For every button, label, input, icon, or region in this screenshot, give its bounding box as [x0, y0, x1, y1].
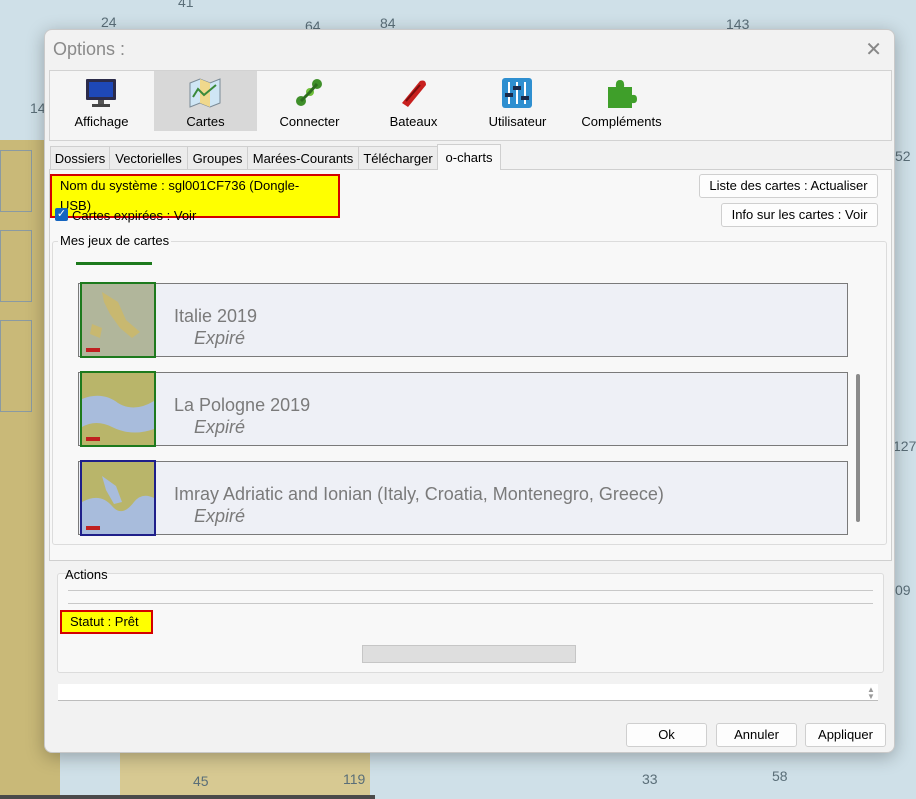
depth-label: 24	[101, 14, 117, 30]
tab-groupes[interactable]: Groupes	[187, 146, 248, 170]
toolbar-affichage[interactable]: Affichage	[50, 71, 153, 131]
ok-button[interactable]: Ok	[626, 723, 707, 747]
apply-button[interactable]: Appliquer	[805, 723, 886, 747]
chartset-status: Expiré	[194, 328, 246, 348]
connect-icon	[296, 79, 322, 106]
chartsets-scrollbar-thumb[interactable]	[856, 374, 860, 522]
progress-bar	[362, 645, 576, 663]
depth-label: 41	[178, 0, 194, 10]
puzzle-icon	[608, 80, 637, 108]
status-label: Statut : Prêt	[60, 610, 153, 634]
toolbar-cartes[interactable]: Cartes	[154, 71, 257, 131]
expired-charts-label: Cartes expirées : Voir	[72, 208, 197, 223]
tab-telecharger[interactable]: Télécharger	[358, 146, 438, 170]
toolbar-connecter[interactable]: Connecter	[258, 71, 361, 131]
toolbar-label: Utilisateur	[488, 114, 547, 129]
chartset-card[interactable]: La Pologne 2019 Expiré	[78, 371, 848, 447]
sliders-icon	[502, 78, 532, 108]
toolbar-label: Bateaux	[389, 114, 438, 129]
chartset-name: Italie 2019	[174, 306, 258, 326]
depth-label: 33	[642, 771, 658, 787]
map-icon	[189, 78, 221, 108]
chartset-thumbnail-partial	[76, 262, 152, 265]
chartset-status: Expiré	[194, 506, 246, 526]
chartset-card[interactable]: Italie 2019 Expiré	[78, 282, 848, 358]
toolbar-label: Compléments	[581, 114, 662, 129]
tab-vectorielles[interactable]: Vectorielles	[109, 146, 188, 170]
actions-label: Actions	[65, 567, 108, 582]
chart-info-button[interactable]: Info sur les cartes : Voir	[721, 203, 878, 227]
depth-label: 52	[895, 148, 911, 164]
spin-icon[interactable]: ▲ ▼	[867, 686, 875, 701]
depth-label: 45	[193, 773, 209, 789]
output-field[interactable]	[58, 684, 878, 701]
monitor-icon	[86, 79, 116, 107]
refresh-chart-list-button[interactable]: Liste des cartes : Actualiser	[699, 174, 878, 198]
expired-charts-checkbox[interactable]: ✓	[55, 208, 68, 221]
depth-label: 127	[893, 438, 916, 454]
toolbar-label: Cartes	[186, 114, 225, 129]
tab-o-charts[interactable]: o-charts	[437, 144, 501, 170]
close-icon[interactable]: ✕	[865, 37, 882, 62]
chartset-status: Expiré	[194, 417, 246, 437]
depth-label: 09	[895, 582, 911, 598]
options-dialog: Options : ✕ Affichage Cartes Connecter B…	[44, 29, 895, 753]
chartsets-label: Mes jeux de cartes	[58, 233, 172, 248]
depth-label: 119	[343, 771, 366, 787]
boat-icon	[402, 80, 426, 107]
chartset-name: Imray Adriatic and Ionian (Italy, Croati…	[174, 484, 664, 504]
chartset-thumbnail	[80, 371, 156, 447]
cancel-button[interactable]: Annuler	[716, 723, 797, 747]
chartset-name: La Pologne 2019	[174, 395, 311, 415]
toolbar-complements[interactable]: Compléments	[570, 71, 673, 131]
dialog-title: Options :	[53, 39, 126, 59]
chartset-card[interactable]: Imray Adriatic and Ionian (Italy, Croati…	[78, 460, 848, 536]
toolbar-label: Connecter	[279, 114, 340, 129]
toolbar-bateaux[interactable]: Bateaux	[362, 71, 465, 131]
chartset-thumbnail	[80, 460, 156, 536]
category-toolbar: Affichage Cartes Connecter Bateaux Utili…	[49, 70, 892, 141]
chartset-thumbnail	[80, 282, 156, 358]
tab-dossiers[interactable]: Dossiers	[50, 146, 110, 170]
toolbar-label: Affichage	[74, 114, 129, 129]
toolbar-utilisateur[interactable]: Utilisateur	[466, 71, 569, 131]
dialog-titlebar[interactable]: Options : ✕	[45, 30, 894, 68]
depth-label: 58	[772, 768, 788, 784]
tab-marees-courants[interactable]: Marées-Courants	[247, 146, 359, 170]
